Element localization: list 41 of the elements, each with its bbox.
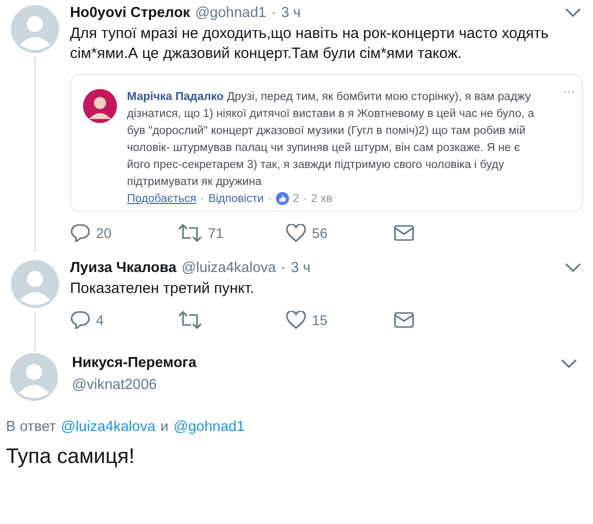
comment-text: Марічка Падалко Друзі, перед тим, як бомбити мою сторінку), я вам раджу дізнатися, що 1) ніякої дитячої вистави в я Жовтневому в цей час не було, а був "дорослий" концерт джазової музики (Гугл в поміч)2) що там робив мій чоловік- штурмував палац чи зупиняв цей штурм, він сам розкаже. Я не є його прес-секретарем 3) так, я завжди підтримую свого чоловіка і буду підтримувати як дружина bbox=[127, 90, 536, 190]
action-count: 20 bbox=[96, 225, 112, 241]
tweet-text: Показателен третий пункт. bbox=[70, 279, 256, 299]
author-handle[interactable]: @gohnad1 bbox=[195, 5, 266, 21]
author-handle[interactable]: @luiza4kalova bbox=[181, 260, 276, 276]
chevron-down-icon[interactable] bbox=[565, 8, 581, 18]
separator-dot: · bbox=[268, 192, 272, 204]
retweet-icon[interactable] bbox=[178, 311, 202, 329]
reply-icon[interactable] bbox=[70, 224, 90, 242]
retweet-icon[interactable] bbox=[178, 224, 202, 242]
separator-dot: · bbox=[280, 260, 286, 276]
envelope-icon[interactable] bbox=[394, 312, 414, 328]
mention-link[interactable]: @luiza4kalova bbox=[60, 419, 156, 435]
separator-dot: · bbox=[303, 192, 307, 204]
reply-label: В ответ bbox=[6, 419, 56, 435]
heart-icon[interactable] bbox=[286, 224, 306, 242]
action-count: 4 bbox=[96, 312, 104, 328]
action-count: 71 bbox=[208, 225, 224, 241]
conjunction-text: и bbox=[160, 419, 168, 435]
reaction-count: 2 bbox=[292, 192, 300, 204]
action-count: 15 bbox=[312, 312, 328, 328]
action-count: 56 bbox=[312, 225, 328, 241]
reply-icon[interactable] bbox=[70, 311, 90, 329]
heart-icon[interactable] bbox=[286, 311, 306, 329]
thumbs-up-icon bbox=[276, 192, 289, 205]
mention-link[interactable]: @gohnad1 bbox=[174, 419, 245, 435]
comment-age: 2 хв bbox=[310, 192, 332, 204]
separator-dot: · bbox=[271, 5, 276, 21]
author-name[interactable]: Ho0yovi Стрелок bbox=[70, 5, 190, 21]
tweet-time[interactable]: 3 ч bbox=[290, 260, 310, 276]
separator-dot: · bbox=[200, 192, 204, 204]
author-name[interactable]: Никуся-Перемога bbox=[72, 355, 196, 371]
avatar-icon bbox=[83, 89, 117, 123]
tweet-text: Для тупої мразі не доходить,що навіть на рок-концерти часто ходять сім*ями.А це джазовий концерт.Там були сім*ями також. bbox=[70, 24, 550, 64]
chevron-down-icon[interactable] bbox=[565, 263, 581, 273]
chevron-down-icon[interactable] bbox=[561, 359, 577, 369]
tweet-time[interactable]: 3 ч bbox=[281, 5, 301, 21]
envelope-icon[interactable] bbox=[394, 225, 414, 241]
tweet-text: Тупа самиця! bbox=[6, 445, 136, 469]
author-name[interactable]: Луиза Чкалова bbox=[70, 260, 176, 276]
author-handle[interactable]: @viknat2006 bbox=[72, 377, 196, 393]
